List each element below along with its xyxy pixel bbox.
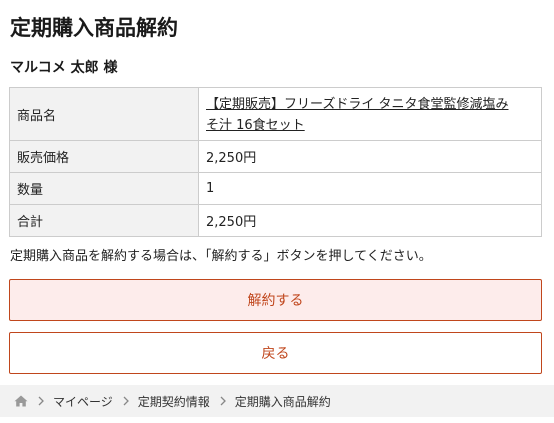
table-row-quantity: 数量 1 [9, 172, 542, 205]
breadcrumb: マイページ 定期契約情報 定期購入商品解約 [0, 385, 554, 417]
chevron-right-icon [38, 396, 44, 406]
cancel-contract-button[interactable]: 解約する [9, 279, 542, 321]
product-name-link[interactable]: 【定期販売】フリーズドライ タニタ食堂監修減塩み そ汁 16食セット [206, 97, 508, 133]
table-row-price: 販売価格 2,250円 [9, 140, 542, 173]
quantity-value: 1 [198, 172, 542, 205]
product-name-line2: そ汁 16食セット [206, 118, 305, 133]
back-button[interactable]: 戻る [9, 332, 542, 374]
customer-name: マルコメ 太郎 様 [10, 60, 118, 76]
total-label: 合計 [9, 204, 199, 237]
contract-detail-table: 商品名 【定期販売】フリーズドライ タニタ食堂監修減塩み そ汁 16食セット 販売… [9, 87, 542, 237]
quantity-label: 数量 [9, 172, 199, 205]
table-row-product: 商品名 【定期販売】フリーズドライ タニタ食堂監修減塩み そ汁 16食セット [9, 87, 542, 141]
product-name-line1: 【定期販売】フリーズドライ タニタ食堂監修減塩み [206, 97, 509, 112]
total-value: 2,250円 [198, 204, 542, 237]
product-name-label: 商品名 [9, 87, 199, 141]
price-value: 2,250円 [198, 140, 542, 173]
table-row-total: 合計 2,250円 [9, 204, 542, 237]
breadcrumb-item-contract-info[interactable]: 定期契約情報 [138, 393, 210, 410]
chevron-right-icon [220, 396, 226, 406]
cancel-notice: 定期購入商品を解約する場合は、「解約する」ボタンを押してください。 [10, 249, 432, 264]
price-label: 販売価格 [9, 140, 199, 173]
breadcrumb-item-mypage[interactable]: マイページ [53, 393, 113, 410]
chevron-right-icon [123, 396, 129, 406]
product-name-cell: 【定期販売】フリーズドライ タニタ食堂監修減塩み そ汁 16食セット [198, 87, 542, 141]
breadcrumb-item-current: 定期購入商品解約 [234, 394, 331, 409]
page-title: 定期購入商品解約 [10, 16, 178, 40]
home-icon[interactable] [14, 395, 28, 407]
